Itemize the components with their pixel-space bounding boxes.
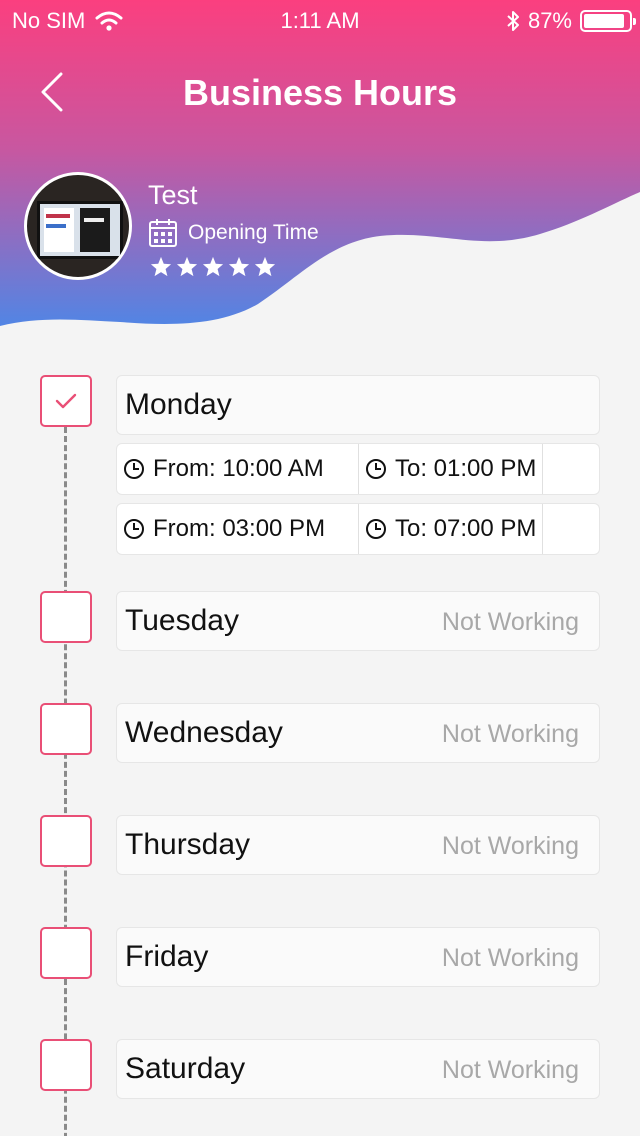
header: No SIM 1:11 AM 87% Business Hours Test O… <box>0 0 640 330</box>
to-time-picker[interactable]: To: 01:00 PM <box>365 444 543 494</box>
day-card[interactable]: Wednesday Not Working <box>116 703 600 763</box>
day-name: Friday <box>125 940 209 973</box>
timeline-connector <box>64 427 67 1136</box>
from-time-picker[interactable]: From: 10:00 AM <box>123 444 359 494</box>
from-time-text: From: 10:00 AM <box>153 455 324 482</box>
store-name: Test <box>148 180 198 210</box>
page-title: Business Hours <box>182 72 458 113</box>
day-name: Tuesday <box>125 604 239 637</box>
day-checkbox[interactable] <box>40 375 92 427</box>
day-name: Monday <box>125 388 232 421</box>
day-card[interactable]: Saturday Not Working <box>116 1039 600 1099</box>
battery-icon <box>580 10 636 32</box>
clock-icon <box>366 459 386 479</box>
day-card[interactable]: Monday <box>116 375 600 435</box>
opening-time-label: Opening Time <box>148 218 319 248</box>
status-bar: No SIM 1:11 AM 87% <box>0 0 640 40</box>
from-time-picker[interactable]: From: 03:00 PM <box>123 504 359 554</box>
checkmark-icon <box>55 393 77 409</box>
star-icon <box>228 256 250 277</box>
day-name: Saturday <box>125 1052 246 1085</box>
day-checkbox[interactable] <box>40 815 92 867</box>
day-status: Not Working <box>441 1056 579 1084</box>
from-time-text: From: 03:00 PM <box>153 515 326 542</box>
day-status: Not Working <box>441 720 579 748</box>
star-icon <box>150 256 172 277</box>
to-time-text: To: 01:00 PM <box>395 455 537 482</box>
day-status: Not Working <box>441 944 579 972</box>
opening-time-text: Opening Time <box>188 221 319 244</box>
day-card[interactable]: Friday Not Working <box>116 927 600 987</box>
day-checkbox[interactable] <box>40 1039 92 1091</box>
time-slot: From: 10:00 AM To: 01:00 PM <box>116 443 600 495</box>
day-checkbox[interactable] <box>40 591 92 643</box>
time-slot: From: 03:00 PM To: 07:00 PM <box>116 503 600 555</box>
star-icon <box>202 256 224 277</box>
battery-percent: 87% <box>527 8 572 33</box>
calendar-icon <box>149 219 177 247</box>
day-name: Thursday <box>125 828 251 861</box>
to-time-picker[interactable]: To: 07:00 PM <box>365 504 543 554</box>
day-name: Wednesday <box>125 716 283 749</box>
bluetooth-icon <box>507 11 519 31</box>
to-time-text: To: 07:00 PM <box>395 515 537 542</box>
day-card[interactable]: Thursday Not Working <box>116 815 600 875</box>
profile-summary: Test Opening Time <box>24 172 444 280</box>
clock-icon <box>124 459 144 479</box>
day-status: Not Working <box>441 832 579 860</box>
day-card[interactable]: Tuesday Not Working <box>116 591 600 651</box>
clock-icon <box>124 519 144 539</box>
star-icon <box>176 256 198 277</box>
star-icon <box>254 256 276 277</box>
navigation-bar: Business Hours <box>0 50 640 134</box>
day-checkbox[interactable] <box>40 927 92 979</box>
rating-stars <box>150 256 276 278</box>
day-checkbox[interactable] <box>40 703 92 755</box>
avatar <box>24 172 132 280</box>
clock-icon <box>366 519 386 539</box>
day-status: Not Working <box>441 608 579 636</box>
